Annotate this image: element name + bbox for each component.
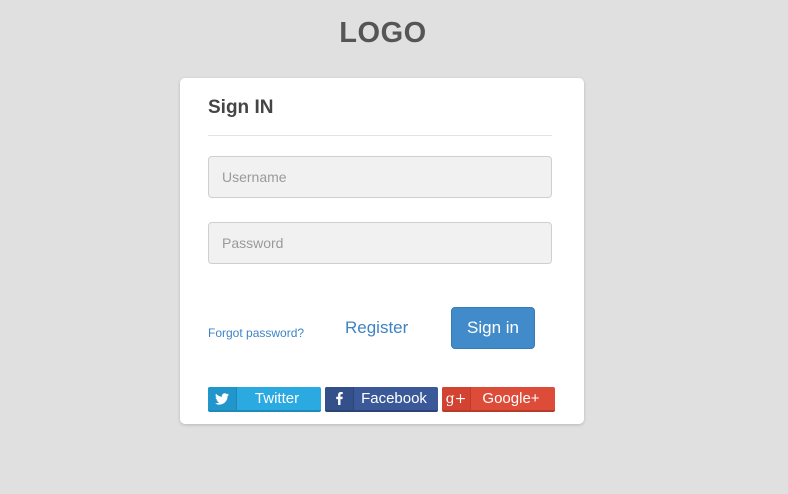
sign-in-button[interactable]: Sign in bbox=[451, 307, 535, 349]
sign-in-card: Sign IN Forgot password? Register Sign i… bbox=[180, 78, 584, 424]
forgot-password-link[interactable]: Forgot password? bbox=[208, 326, 304, 340]
facebook-login-button[interactable]: Facebook bbox=[325, 387, 438, 412]
google-plus-login-button[interactable]: g+ Google+ bbox=[442, 387, 555, 412]
twitter-login-button[interactable]: Twitter bbox=[208, 387, 321, 412]
twitter-label: Twitter bbox=[254, 390, 300, 407]
register-link[interactable]: Register bbox=[345, 318, 408, 338]
divider bbox=[208, 135, 552, 136]
facebook-label: Facebook bbox=[361, 390, 427, 407]
twitter-bird-icon bbox=[208, 387, 237, 410]
facebook-f-icon bbox=[325, 387, 354, 410]
google-plus-icon: g+ bbox=[442, 387, 471, 410]
google-plus-label: Google+ bbox=[482, 390, 540, 407]
card-title: Sign IN bbox=[208, 97, 274, 118]
username-input[interactable] bbox=[208, 156, 552, 198]
logo: LOGO bbox=[339, 17, 427, 49]
password-input[interactable] bbox=[208, 222, 552, 264]
